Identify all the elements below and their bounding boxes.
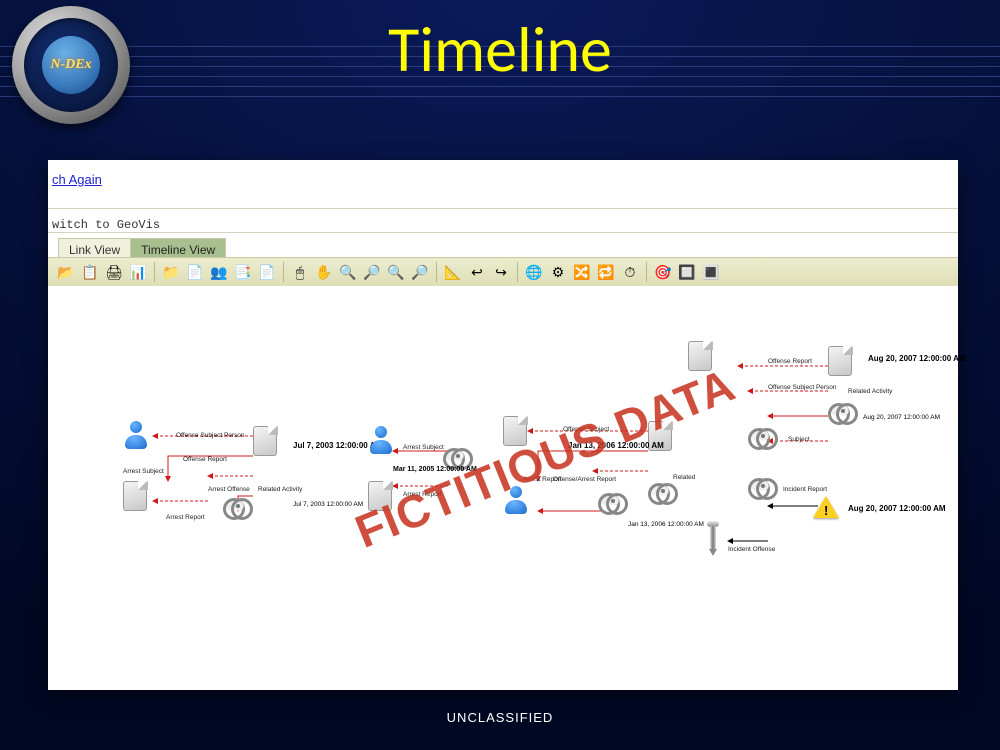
cuffs-icon[interactable] [598, 491, 628, 513]
users-icon[interactable]: 👥 [209, 262, 229, 282]
label-offense-subject: Offense Subject [563, 426, 609, 433]
person-icon[interactable] [123, 421, 149, 451]
toolbar: 📂 📋 🖨 📊 📁 📄 👥 📑 📄 🖱 ✋ 🔍 🔎 🔍 🔎 📐 ↩ ↪ 🌐 ⚙ … [48, 257, 958, 287]
label-incident-offense: Incident Offense [728, 546, 775, 553]
pan-icon[interactable]: ✋ [314, 262, 334, 282]
layout-icon[interactable]: 📐 [443, 262, 463, 282]
timestamp: Jul 7, 2003 12:00:00 AM [293, 501, 363, 508]
label-arrest-offense: Arrest Offense [208, 486, 250, 493]
app-panel: ch Again witch to GeoVis Link View Timel… [48, 160, 958, 690]
pdf-icon[interactable]: 📄 [185, 262, 205, 282]
zoom-in-icon[interactable]: 🔍 [338, 262, 358, 282]
timer-icon[interactable]: ⏱ [620, 262, 640, 282]
doc-icon[interactable] [688, 341, 712, 371]
doc-icon[interactable] [828, 346, 852, 376]
doc-icon[interactable] [368, 481, 392, 511]
redo-icon[interactable]: ↪ [491, 262, 511, 282]
search-again-link[interactable]: ch Again [52, 172, 102, 187]
pointer-icon[interactable]: 🖱 [290, 262, 310, 282]
slide-title: Timeline [0, 18, 1000, 82]
label-subject: Subject [788, 436, 810, 443]
label-arrest-report: Arrest Report [166, 514, 205, 521]
globe-icon[interactable]: 🌐 [524, 262, 544, 282]
cuffs-icon[interactable] [748, 476, 778, 498]
doc-icon[interactable] [253, 426, 277, 456]
cuffs-icon[interactable] [443, 446, 473, 468]
export-icon[interactable]: 📊 [128, 262, 148, 282]
timestamp: Mar 11, 2005 12:00:00 AM [393, 466, 477, 473]
label-offense-report: Offense Report [768, 358, 812, 365]
pin-icon[interactable] [703, 521, 723, 555]
print-icon[interactable]: 🖨 [104, 262, 124, 282]
zoom-area-icon[interactable]: 🔎 [410, 262, 430, 282]
zoom-out-icon[interactable]: 🔎 [362, 262, 382, 282]
grid-icon[interactable]: 🔳 [701, 262, 721, 282]
label-arrest-subject: Arrest Subject [123, 468, 164, 475]
label-arrest-subject: Arrest Subject [403, 444, 444, 451]
doc-icon[interactable] [123, 481, 147, 511]
cuffs-icon[interactable] [748, 426, 778, 448]
label-offense-subject: Offense Subject Person [176, 432, 245, 439]
cuffs-icon[interactable] [828, 401, 858, 423]
page-icon[interactable]: 📄 [257, 262, 277, 282]
timeline-canvas[interactable]: Offense Subject Person Arrest Subject Ar… [48, 286, 958, 690]
person-icon[interactable] [368, 426, 394, 456]
label-offense-report: Offense Report [183, 456, 227, 463]
warning-icon[interactable]: ! [813, 496, 839, 520]
timestamp: Aug 20, 2007 12:00:00 AM [863, 414, 940, 421]
clipboard-icon[interactable]: 📋 [80, 262, 100, 282]
timestamp: Jan 13, 2006 12:00:00 AM [628, 521, 704, 528]
folder-icon[interactable]: 📁 [161, 262, 181, 282]
relayout-icon[interactable]: 🔀 [572, 262, 592, 282]
label-incident-report: Incident Report [783, 486, 827, 493]
label-related: Related [673, 474, 695, 481]
label-related-activity: Related Activity [848, 388, 892, 395]
label-arrest-report: Arrest Report [523, 476, 562, 483]
watermark: FICTITIOUS DATA [348, 357, 743, 559]
label-arrest-report: Arrest Report [403, 491, 442, 498]
select-icon[interactable]: 🔲 [677, 262, 697, 282]
zoom-fit-icon[interactable]: 🔍 [386, 262, 406, 282]
gear-icon[interactable]: ⚙ [548, 262, 568, 282]
open-icon[interactable]: 📂 [56, 262, 76, 282]
undo-icon[interactable]: ↩ [467, 262, 487, 282]
person-icon[interactable] [503, 486, 529, 516]
label-related-activity: Related Activity [258, 486, 302, 493]
timestamp: Jan 13, 2006 12:00:00 AM [568, 441, 664, 450]
copy-icon[interactable]: 📑 [233, 262, 253, 282]
cuffs-icon[interactable] [223, 496, 253, 518]
classification-footer: UNCLASSIFIED [0, 710, 1000, 725]
label-offense-person: Offense Subject Person [768, 384, 837, 391]
target-icon[interactable]: 🎯 [653, 262, 673, 282]
switch-geovis-link[interactable]: witch to GeoVis [52, 218, 160, 232]
cuffs-icon[interactable] [648, 481, 678, 503]
doc-icon[interactable] [503, 416, 527, 446]
refresh-icon[interactable]: 🔁 [596, 262, 616, 282]
label-offense-arrest: Offense/Arrest Report [553, 476, 616, 483]
timestamp: Aug 20, 2007 12:00:00 AM [848, 504, 946, 513]
timestamp: Aug 20, 2007 12:00:00 AM [868, 354, 966, 363]
